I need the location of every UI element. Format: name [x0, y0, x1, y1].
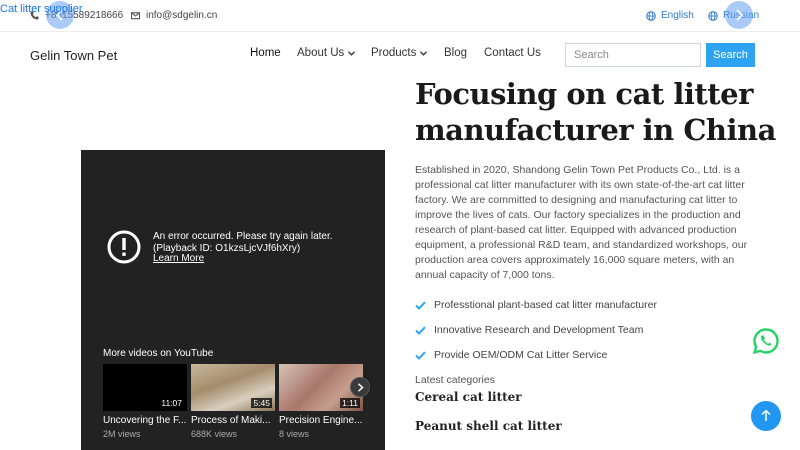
- nav-home-label: Home: [250, 47, 281, 59]
- feature-label: Innovative Research and Development Team: [434, 324, 644, 336]
- video-duration: 5:45: [251, 398, 272, 408]
- globe-icon: [708, 10, 718, 21]
- top-bar: +8615589218666 info@sdgelin.cn English R…: [0, 0, 800, 32]
- error-message: An error occurred. Please try again late…: [153, 231, 333, 254]
- email-contact[interactable]: info@sdgelin.cn: [131, 10, 217, 21]
- email-address: info@sdgelin.cn: [146, 10, 218, 21]
- intro-paragraph: Established in 2020, Shandong Gelin Town…: [415, 164, 748, 281]
- video-title-2[interactable]: Process of Maki...: [191, 415, 275, 426]
- feature-label: Professtional plant-based cat litter man…: [434, 299, 657, 311]
- feature-item-1: Professtional plant-based cat litter man…: [415, 299, 657, 311]
- search-input[interactable]: [565, 43, 701, 67]
- nav-contact-us[interactable]: Contact Us: [484, 47, 541, 59]
- video-thumbnail-1[interactable]: 11:07: [103, 364, 187, 411]
- arrow-up-icon: [761, 409, 771, 421]
- chevron-down-icon: [348, 50, 356, 56]
- chevron-right-icon: [357, 383, 364, 392]
- feature-item-2: Innovative Research and Development Team: [415, 324, 643, 336]
- video-duration: 1:11: [340, 398, 360, 408]
- video-views-2: 688K views: [191, 429, 238, 439]
- lang-english[interactable]: English: [646, 10, 694, 21]
- chevron-right-icon: [736, 9, 744, 21]
- video-views-1: 2M views: [103, 429, 141, 439]
- learn-more-link[interactable]: Learn More: [153, 253, 204, 264]
- nav-home[interactable]: Home: [250, 47, 281, 59]
- globe-icon: [646, 10, 656, 21]
- category-link-cereal[interactable]: Cereal cat litter: [415, 390, 522, 404]
- video-duration: 11:07: [159, 398, 184, 408]
- check-icon: [415, 301, 426, 310]
- page-title: Focusing on cat litter manufacturer in C…: [415, 77, 776, 147]
- video-thumbnail-2[interactable]: 5:45: [191, 364, 275, 411]
- error-icon: [107, 230, 141, 264]
- lang-english-label: English: [661, 10, 694, 21]
- cat-litter-supplier-link[interactable]: Cat litter supplier: [0, 3, 83, 15]
- chevron-down-icon: [420, 50, 428, 56]
- nav-contact-us-label: Contact Us: [484, 47, 541, 59]
- nav-products[interactable]: Products: [371, 47, 428, 59]
- nav-blog-label: Blog: [444, 47, 468, 59]
- check-icon: [415, 351, 426, 360]
- check-icon: [415, 326, 426, 335]
- whatsapp-icon[interactable]: [752, 327, 780, 355]
- scroll-to-top-button[interactable]: [751, 401, 781, 431]
- video-title-1[interactable]: Uncovering the F...: [103, 415, 187, 426]
- carousel-next-button[interactable]: [725, 1, 753, 29]
- nav-blog[interactable]: Blog: [444, 47, 467, 59]
- category-link-peanut-shell[interactable]: Peanut shell cat litter: [415, 419, 562, 433]
- brand-logo[interactable]: Gelin Town Pet: [30, 48, 117, 63]
- nav-products-label: Products: [371, 47, 417, 59]
- youtube-embed[interactable]: An error occurred. Please try again late…: [81, 150, 385, 450]
- video-carousel-next-button[interactable]: [350, 377, 370, 397]
- search-button[interactable]: Search: [706, 43, 755, 67]
- video-views-3: 8 views: [279, 429, 310, 439]
- latest-categories-label: Latest categories: [415, 374, 495, 386]
- feature-item-3: Provide OEM/ODM Cat Litter Service: [415, 349, 607, 361]
- video-title-3[interactable]: Precision Engine...: [279, 415, 363, 426]
- mail-icon: [131, 12, 140, 20]
- feature-label: Provide OEM/ODM Cat Litter Service: [434, 349, 608, 361]
- more-videos-label: More videos on YouTube: [103, 348, 214, 359]
- nav-about-us[interactable]: About Us: [297, 47, 356, 59]
- nav-about-us-label: About Us: [297, 47, 345, 59]
